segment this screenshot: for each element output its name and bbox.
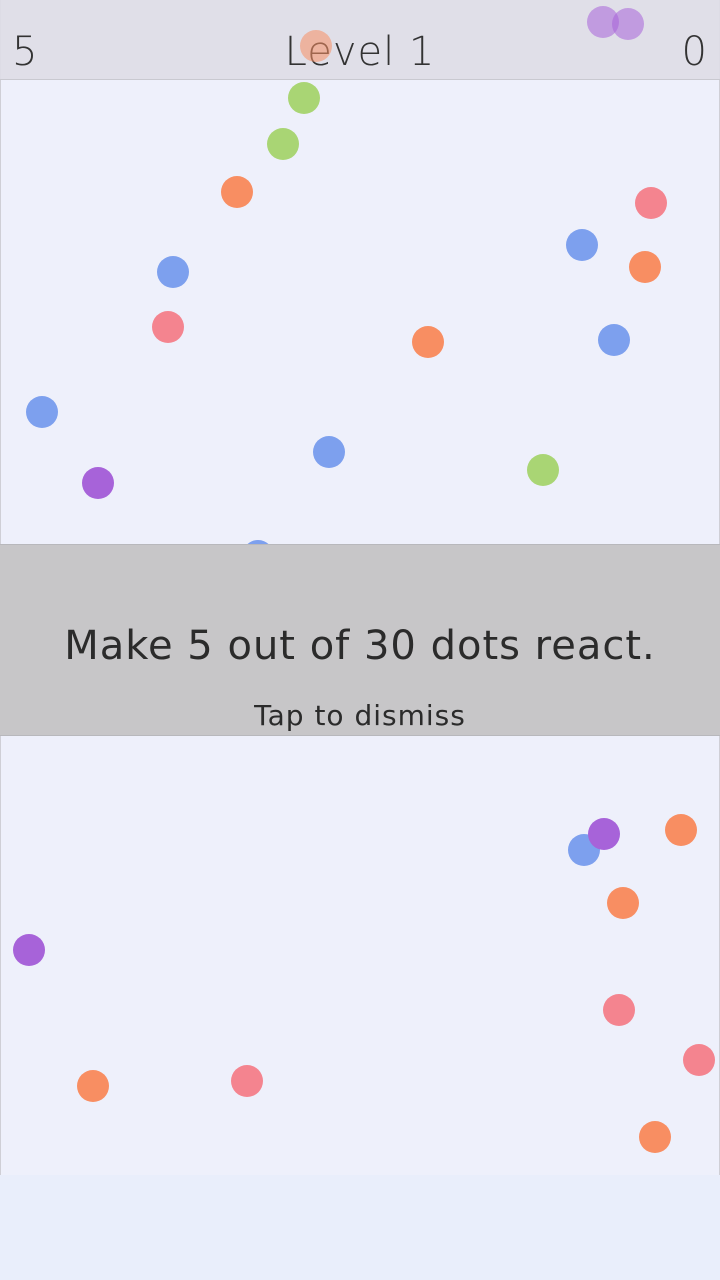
dot[interactable] <box>313 436 345 468</box>
dismiss-hint: Tap to dismiss <box>254 699 466 732</box>
dot[interactable] <box>267 128 299 160</box>
dot[interactable] <box>683 1044 715 1076</box>
dot[interactable] <box>412 326 444 358</box>
dot[interactable] <box>82 467 114 499</box>
dot[interactable] <box>288 82 320 114</box>
dot[interactable] <box>629 251 661 283</box>
dot[interactable] <box>598 324 630 356</box>
dot[interactable] <box>300 30 332 62</box>
dot[interactable] <box>527 454 559 486</box>
dot[interactable] <box>639 1121 671 1153</box>
dot[interactable] <box>221 176 253 208</box>
dot[interactable] <box>157 256 189 288</box>
dot[interactable] <box>588 818 620 850</box>
game-screen[interactable]: 5 Level 1 0 Make 5 out of 30 dots react.… <box>0 0 720 1280</box>
score-value: 0 <box>681 29 708 75</box>
dot[interactable] <box>152 311 184 343</box>
level-objective-message: Make 5 out of 30 dots react. <box>64 623 656 669</box>
dot[interactable] <box>603 994 635 1026</box>
dot[interactable] <box>26 396 58 428</box>
dot[interactable] <box>635 187 667 219</box>
bottom-strip <box>0 1175 720 1280</box>
dot[interactable] <box>77 1070 109 1102</box>
dot[interactable] <box>665 814 697 846</box>
level-intro-overlay[interactable]: Make 5 out of 30 dots react. Tap to dism… <box>0 544 720 736</box>
dot[interactable] <box>607 887 639 919</box>
dot[interactable] <box>13 934 45 966</box>
dot[interactable] <box>612 8 644 40</box>
dot[interactable] <box>231 1065 263 1097</box>
dot[interactable] <box>566 229 598 261</box>
